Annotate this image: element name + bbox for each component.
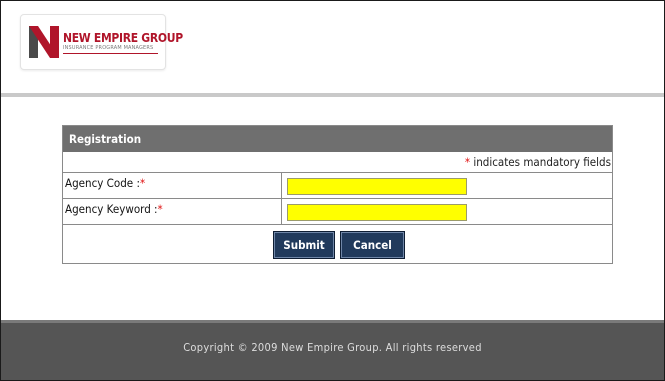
agency-code-label-text: Agency Code :: [65, 176, 140, 190]
footer: Copyright © 2009 New Empire Group. All r…: [1, 320, 664, 380]
agency-keyword-input[interactable]: [287, 204, 467, 221]
agency-code-row: Agency Code :*: [63, 173, 612, 199]
copyright-text: Copyright © 2009 New Empire Group. All r…: [183, 341, 482, 354]
brand-logo[interactable]: NEW EMPIRE GROUP INSURANCE PROGRAM MANAG…: [20, 14, 183, 70]
panel-title: Registration: [63, 126, 612, 152]
required-asterisk: *: [139, 176, 146, 190]
brand-name: NEW EMPIRE GROUP: [63, 31, 183, 45]
page-frame: NEW EMPIRE GROUP INSURANCE PROGRAM MANAG…: [0, 0, 665, 381]
logo-n-icon: [29, 26, 59, 58]
footer-divider: [1, 320, 664, 323]
agency-keyword-label-text: Agency Keyword :: [65, 202, 158, 216]
registration-panel: Registration * indicates mandatory field…: [62, 125, 613, 264]
mandatory-note: * indicates mandatory fields: [63, 152, 612, 173]
agency-code-input[interactable]: [287, 178, 467, 195]
brand-tagline: INSURANCE PROGRAM MANAGERS: [63, 45, 154, 51]
header-divider: [1, 93, 664, 97]
agency-keyword-row: Agency Keyword :*: [63, 199, 612, 225]
header: NEW EMPIRE GROUP INSURANCE PROGRAM MANAG…: [1, 1, 664, 93]
submit-button[interactable]: Submit: [273, 231, 335, 259]
agency-keyword-label: Agency Keyword :*: [63, 199, 282, 224]
logo-divider: [63, 53, 158, 54]
agency-code-label: Agency Code :*: [63, 173, 282, 198]
cancel-button[interactable]: Cancel: [340, 231, 405, 259]
required-asterisk: *: [157, 202, 163, 216]
mandatory-note-text: indicates mandatory fields: [470, 155, 611, 169]
button-row: Submit Cancel: [63, 225, 612, 263]
